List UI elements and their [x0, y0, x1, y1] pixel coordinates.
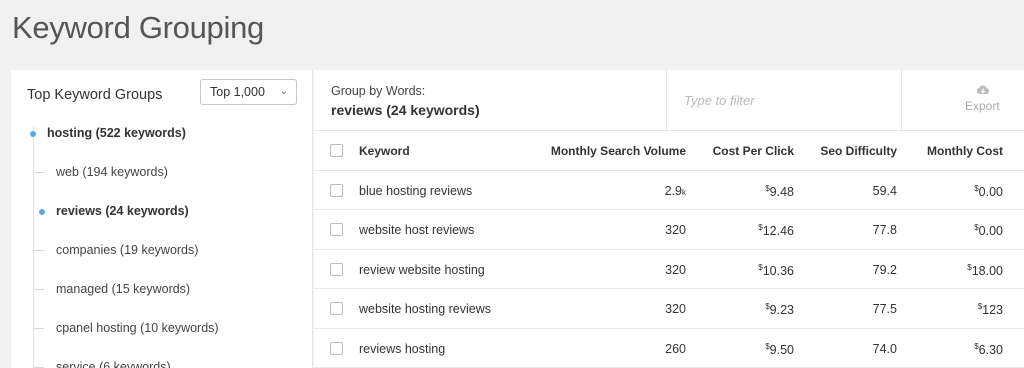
volume-suffix: k — [682, 187, 686, 197]
cost-cell-value: 18.00 — [971, 263, 1003, 278]
col-monthly-search-volume[interactable]: Monthly Search Volume — [551, 144, 686, 158]
cpc-cell-value: 10.36 — [762, 263, 794, 278]
keyword-groups-panel: Top Keyword Groups Top 1,000 ⌄ hosting (… — [11, 70, 313, 368]
keyword-table-panel: Group by Words: reviews (24 keywords) Ty… — [314, 70, 1024, 368]
cloud-download-icon — [976, 85, 990, 94]
keyword-cell: website host reviews — [359, 223, 475, 237]
row-checkbox[interactable] — [330, 223, 343, 236]
seo-cell: 79.2 — [873, 263, 897, 277]
cost-cell: $123 — [978, 302, 1003, 317]
cost-cell-value: 0.00 — [978, 224, 1003, 238]
table-row: reviews hosting 260 $9.50 74.0 $6.30 — [314, 329, 1024, 368]
seo-cell-value: 79.2 — [872, 262, 897, 277]
keyword-cell: blue hosting reviews — [359, 183, 473, 198]
group-by-value: reviews (24 keywords) — [331, 102, 480, 118]
seo-cell-value: 74.0 — [872, 341, 897, 356]
top-count-select[interactable]: Top 1,000 ⌄ — [200, 79, 297, 105]
cost-cell: $0.00 — [974, 184, 1003, 199]
group-by-label: Group by Words: — [331, 84, 426, 98]
seo-cell: 77.8 — [873, 223, 897, 237]
cpc-cell: $12.46 — [758, 223, 794, 238]
cpc-cell-value: 9.50 — [769, 342, 794, 357]
seo-cell: 59.4 — [873, 184, 897, 198]
table-header-row: Keyword Monthly Search Volume Cost Per C… — [314, 131, 1024, 171]
keyword-cell: website hosting reviews — [359, 302, 492, 316]
volume-cell: 320 — [665, 302, 686, 316]
cost-cell: $0.00 — [974, 223, 1003, 238]
volume-cell: 2.9k — [665, 184, 686, 198]
seo-cell-value: 77.8 — [872, 223, 897, 237]
cpc-cell: $9.23 — [765, 302, 794, 317]
tree-connector — [33, 126, 34, 368]
volume-cell: 260 — [665, 342, 686, 356]
volume-value: 320 — [665, 262, 686, 277]
keyword-cell: reviews hosting — [359, 341, 446, 356]
cost-cell-value: 123 — [982, 303, 1003, 317]
volume-value: 2.9 — [664, 183, 682, 198]
tree-item-label: reviews (24 keywords) — [56, 204, 189, 218]
tree-branch-tick — [34, 172, 44, 173]
cpc-cell-value: 9.23 — [769, 303, 794, 317]
table-row: website hosting reviews 320 $9.23 77.5 $123 — [314, 289, 1024, 329]
tree-branch-tick — [34, 289, 44, 290]
volume-cell: 320 — [665, 263, 686, 277]
table-row: website host reviews 320 $12.46 77.8 $0.00 — [314, 210, 1024, 250]
tree-branch-tick — [34, 328, 44, 329]
row-checkbox[interactable] — [330, 262, 343, 276]
row-checkbox[interactable] — [330, 183, 343, 197]
keyword-cell: review website hosting — [359, 262, 485, 277]
cost-cell: $18.00 — [967, 263, 1003, 278]
filter-placeholder: Type to filter — [684, 93, 755, 108]
tree-item-label: companies (19 keywords) — [56, 243, 199, 257]
panel-title: Top Keyword Groups — [27, 87, 163, 103]
cpc-cell: $9.48 — [765, 184, 794, 199]
seo-cell: 77.5 — [873, 302, 897, 316]
tree-branch-tick — [34, 250, 44, 251]
col-cost-per-click[interactable]: Cost Per Click — [713, 144, 794, 158]
cpc-cell-value: 12.46 — [762, 224, 794, 238]
seo-cell-value: 77.5 — [872, 302, 897, 316]
chevron-down-icon: ⌄ — [279, 86, 288, 97]
volume-value: 320 — [665, 302, 686, 316]
active-dot-icon — [39, 209, 45, 215]
tree-item-label: managed (15 keywords) — [56, 282, 191, 296]
table-toolbar: Group by Words: reviews (24 keywords) Ty… — [314, 70, 1024, 131]
cpc-cell: $9.50 — [765, 342, 794, 357]
export-label: Export — [965, 99, 1000, 113]
select-all-checkbox[interactable] — [330, 144, 343, 157]
export-button[interactable]: Export — [902, 70, 1024, 131]
table-row: blue hosting reviews 2.9k $9.48 59.4 $0.00 — [314, 171, 1024, 210]
cost-cell-value: 0.00 — [978, 184, 1003, 199]
active-dot-icon — [30, 131, 36, 137]
col-seo-difficulty[interactable]: Seo Difficulty — [820, 144, 897, 158]
seo-cell: 74.0 — [873, 342, 897, 356]
col-monthly-cost[interactable]: Monthly Cost — [927, 144, 1003, 158]
cpc-cell: $10.36 — [758, 263, 794, 278]
table-row: review website hosting 320 $10.36 79.2 $18.0… — [314, 250, 1024, 289]
cost-cell-value: 6.30 — [978, 342, 1003, 357]
row-checkbox[interactable] — [330, 341, 343, 355]
volume-cell: 320 — [665, 223, 686, 237]
tree-item-label: hosting (522 keywords) — [47, 126, 186, 140]
page-title: Keyword Grouping — [12, 10, 264, 45]
volume-value: 320 — [665, 223, 686, 237]
row-checkbox[interactable] — [330, 302, 343, 315]
filter-input[interactable]: Type to filter — [666, 70, 902, 131]
volume-value: 260 — [665, 341, 686, 356]
cost-cell: $6.30 — [974, 342, 1003, 357]
tree-item-label: service (6 keywords) — [56, 360, 171, 368]
cpc-cell-value: 9.48 — [769, 184, 794, 199]
tree-item-label: cpanel hosting (10 keywords) — [56, 321, 219, 335]
seo-cell-value: 59.4 — [872, 183, 897, 198]
col-keyword[interactable]: Keyword — [359, 144, 410, 158]
top-count-value: Top 1,000 — [210, 85, 265, 99]
tree-item-label: web (194 keywords) — [56, 165, 168, 179]
